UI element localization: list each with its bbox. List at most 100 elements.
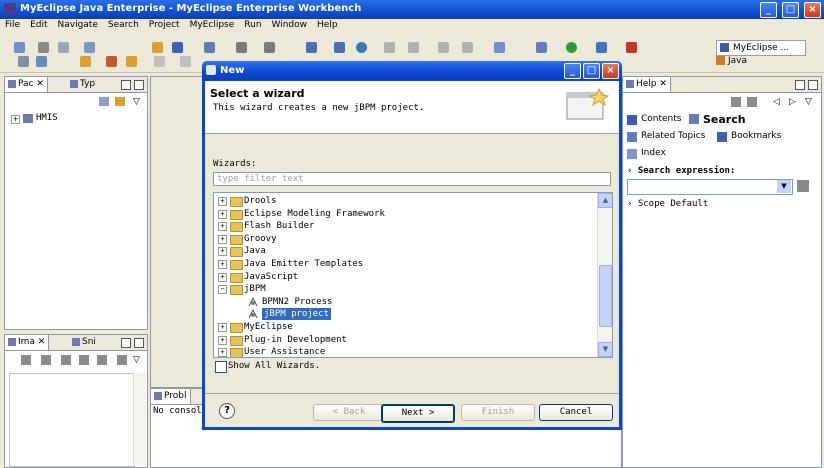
- forward-icon[interactable]: [180, 56, 191, 67]
- dialog-minimize-button[interactable]: _: [564, 63, 581, 79]
- tab-problems[interactable]: Probl: [151, 389, 191, 404]
- web-browser-icon[interactable]: [356, 42, 367, 53]
- zoom-in-icon[interactable]: [41, 355, 51, 365]
- dialog-maximize-button[interactable]: □: [583, 63, 600, 79]
- edit-icon[interactable]: [106, 56, 117, 67]
- deploy-icon[interactable]: [84, 42, 95, 53]
- save-icon[interactable]: [38, 42, 49, 53]
- view-menu-icon[interactable]: ▽: [805, 97, 812, 107]
- debug-config-icon[interactable]: [236, 42, 247, 53]
- new-ejb-icon[interactable]: [334, 42, 345, 53]
- expand-toggle[interactable]: +: [218, 209, 227, 219]
- collapse-all-icon[interactable]: [99, 97, 109, 106]
- wizard-tree-item[interactable]: + Java Emitter Templates: [214, 258, 594, 270]
- dialog-close-button[interactable]: ×: [602, 63, 619, 79]
- wizard-tree-item[interactable]: + User Assistance: [214, 346, 594, 357]
- project-hmis[interactable]: HMIS: [36, 113, 58, 123]
- menu-project[interactable]: Project: [144, 19, 185, 30]
- menu-file[interactable]: File: [0, 19, 25, 30]
- scroll-thumb[interactable]: [599, 265, 612, 327]
- open-type-icon[interactable]: [152, 42, 163, 53]
- help-link-search[interactable]: Search: [703, 113, 746, 126]
- debug-icon[interactable]: [596, 42, 607, 53]
- expand-toggle[interactable]: +: [218, 348, 227, 357]
- back-button[interactable]: < Back: [313, 404, 385, 421]
- copy-icon[interactable]: [408, 42, 419, 53]
- arrow-icon[interactable]: [154, 56, 165, 67]
- finish-button[interactable]: Finish: [461, 404, 535, 421]
- wizard-tree-scrollbar[interactable]: ▲ ▼: [597, 193, 612, 357]
- expand-toggle[interactable]: +: [218, 234, 227, 244]
- maximize-view-button[interactable]: [134, 338, 144, 348]
- maximize-view-button[interactable]: [808, 80, 818, 90]
- paste-icon[interactable]: [438, 42, 449, 53]
- zoom-icon[interactable]: [21, 355, 31, 365]
- window-icon[interactable]: [494, 42, 505, 53]
- zoom-out-icon[interactable]: [61, 355, 71, 365]
- perspective-java[interactable]: Java: [716, 56, 747, 66]
- wizard-filter-input[interactable]: type filter text: [213, 172, 611, 186]
- external-tools-icon[interactable]: [626, 42, 637, 53]
- expand-toggle[interactable]: +: [218, 222, 227, 232]
- expand-toggle[interactable]: +: [218, 197, 227, 206]
- wizard-tree-item[interactable]: + Eclipse Modeling Framework: [214, 208, 594, 220]
- help-link-index[interactable]: Index: [641, 148, 666, 158]
- minimize-view-button[interactable]: [121, 338, 131, 348]
- link-editor-icon[interactable]: [115, 97, 125, 106]
- wizard-tree-item[interactable]: BPMN2 Process: [214, 296, 594, 308]
- back-icon[interactable]: ◁: [773, 97, 780, 107]
- folder-icon[interactable]: [384, 42, 395, 53]
- minimize-button[interactable]: _: [760, 2, 777, 18]
- next-button[interactable]: Next >: [381, 404, 455, 423]
- scroll-down-button[interactable]: ▼: [598, 342, 612, 357]
- close-button[interactable]: ×: [804, 2, 821, 18]
- tab-help[interactable]: Help ✕: [623, 77, 671, 92]
- menu-myeclipse[interactable]: MyEclipse: [185, 19, 240, 30]
- menu-run[interactable]: Run: [239, 19, 266, 30]
- wizard-tree-item[interactable]: − jBPM: [214, 283, 594, 296]
- perspective-myeclipse[interactable]: MyEclipse ...: [716, 40, 806, 56]
- expand-toggle[interactable]: +: [218, 323, 227, 332]
- tab-type-hierarchy[interactable]: Typ: [67, 77, 98, 92]
- expand-toggle[interactable]: −: [218, 285, 227, 295]
- expand-toggle[interactable]: +: [218, 260, 227, 269]
- menu-search[interactable]: Search: [103, 19, 144, 30]
- cancel-button[interactable]: Cancel: [539, 404, 613, 421]
- view-menu-icon[interactable]: ▽: [133, 355, 140, 365]
- open-folder-icon[interactable]: [126, 56, 137, 67]
- tasks-icon[interactable]: [18, 56, 29, 67]
- wizard-tree-item[interactable]: + Groovy: [214, 233, 594, 245]
- menu-help[interactable]: Help: [312, 19, 343, 30]
- bookmark-icon[interactable]: [80, 56, 91, 67]
- view-menu-icon[interactable]: ▽: [133, 97, 140, 107]
- fit-icon[interactable]: [79, 355, 89, 365]
- print-icon[interactable]: [58, 42, 69, 53]
- wizard-tree-item[interactable]: + Drools: [214, 195, 594, 207]
- package-icon[interactable]: [462, 42, 473, 53]
- main-title-bar[interactable]: MyEclipse Java Enterprise - MyEclipse En…: [0, 0, 824, 19]
- menu-window[interactable]: Window: [267, 19, 313, 30]
- preview-scrollbar[interactable]: [133, 373, 146, 465]
- tab-snippets[interactable]: Sni: [69, 335, 99, 350]
- run-config-icon[interactable]: [264, 42, 275, 53]
- wizard-tree-item[interactable]: + Flash Builder: [214, 220, 594, 233]
- minimize-view-button[interactable]: [121, 80, 131, 90]
- scroll-up-button[interactable]: ▲: [598, 193, 612, 208]
- gear-icon[interactable]: [536, 42, 547, 53]
- open-perspective-icon[interactable]: [172, 42, 183, 53]
- show-all-wizards-checkbox[interactable]: [215, 361, 227, 373]
- go-search-icon[interactable]: [797, 180, 809, 192]
- actual-size-icon[interactable]: [97, 355, 107, 365]
- home-icon[interactable]: [731, 97, 741, 107]
- run-icon[interactable]: [566, 42, 577, 53]
- help-link-related-topics[interactable]: Related Topics: [641, 131, 705, 141]
- globe-icon[interactable]: [36, 56, 47, 67]
- menu-edit[interactable]: Edit: [25, 19, 52, 30]
- new-web-project-icon[interactable]: [306, 42, 317, 53]
- scope-section[interactable]: › Scope Default: [627, 199, 708, 209]
- server-icon[interactable]: [204, 42, 215, 53]
- wizard-tree-item[interactable]: jBPM project: [214, 308, 594, 321]
- expand-toggle[interactable]: +: [218, 247, 227, 257]
- search-expression-input[interactable]: [627, 179, 793, 195]
- help-icon[interactable]: ?: [219, 403, 235, 419]
